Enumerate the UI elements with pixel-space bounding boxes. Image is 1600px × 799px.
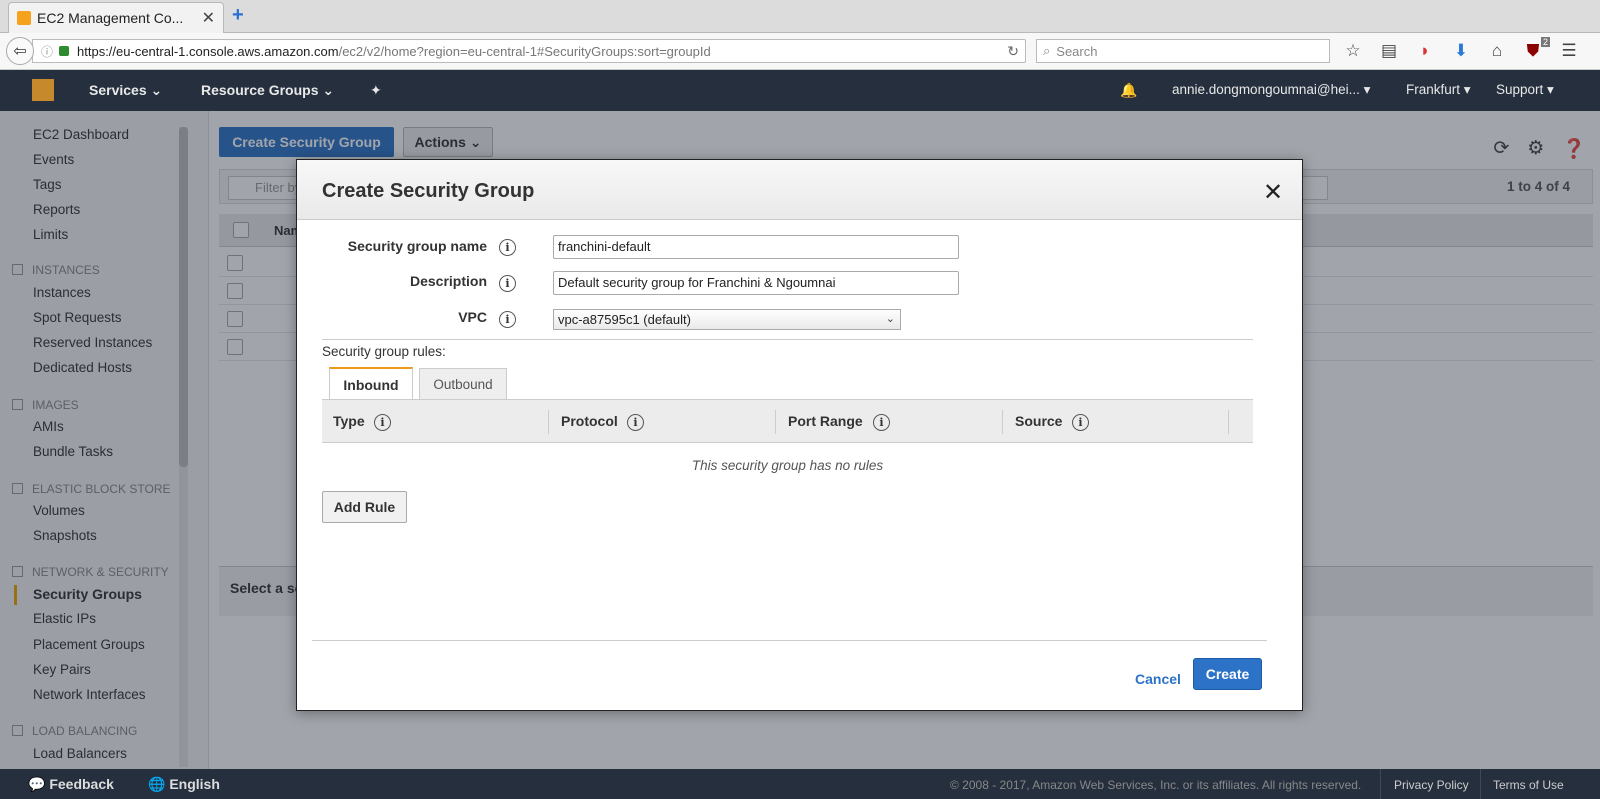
browser-toolbar: ☆ ▤ ◗ ⬇ ⌂ ⛊ 2 ☰: [1342, 37, 1580, 61]
aws-footer: 💬 Feedback 🌐 English © 2008 - 2017, Amaz…: [0, 769, 1600, 799]
add-rule-button[interactable]: Add Rule: [322, 491, 407, 523]
user-menu[interactable]: annie.dongmongoumnai@hei... ▾: [1172, 82, 1370, 98]
search-placeholder: Search: [1056, 43, 1098, 59]
info-icon[interactable]: i: [499, 239, 516, 256]
services-menu[interactable]: Services ⌄: [89, 82, 162, 99]
site-info-icon[interactable]: ⓘ: [41, 43, 53, 60]
source-column-header: Source: [1015, 413, 1063, 429]
dialog-header: Create Security Group ✕: [297, 160, 1302, 220]
new-tab-icon[interactable]: +: [232, 4, 244, 27]
region-menu[interactable]: Frankfurt ▾: [1406, 82, 1471, 98]
pin-icon[interactable]: ✦: [370, 82, 382, 99]
browser-nav-bar: ⓘ https://eu-central-1.console.aws.amazo…: [0, 33, 1600, 70]
url-host: https://eu-central-1.console.aws.amazon.…: [77, 43, 339, 59]
rules-table-header: Type i Protocol i Port Range i Source i: [322, 399, 1253, 443]
create-button[interactable]: Create: [1193, 658, 1262, 690]
protocol-column-header: Protocol: [561, 413, 618, 429]
column-separator: [775, 410, 776, 434]
aws-top-nav: Services ⌄ Resource Groups ⌄ ✦ 🔔 annie.d…: [0, 70, 1600, 111]
back-button[interactable]: ⇦: [6, 37, 34, 65]
lock-icon[interactable]: [59, 46, 70, 56]
download-icon[interactable]: ⬇: [1450, 41, 1472, 61]
empty-rules-message: This security group has no rules: [691, 458, 884, 473]
browser-tab-bar: EC2 Management Co... ✕ +: [0, 0, 1600, 33]
footer-divider: [312, 640, 1267, 641]
ublock-badge: 2: [1540, 37, 1550, 47]
privacy-policy-link[interactable]: Privacy Policy: [1394, 778, 1469, 792]
reload-icon[interactable]: ↻: [1007, 43, 1019, 60]
tab-inbound[interactable]: Inbound: [329, 367, 413, 400]
port-range-column-header: Port Range: [788, 413, 863, 429]
description-input[interactable]: Default security group for Franchini & N…: [553, 271, 959, 295]
reading-list-icon[interactable]: ▤: [1378, 41, 1400, 61]
feedback-link[interactable]: 💬 Feedback: [28, 776, 114, 793]
info-icon[interactable]: i: [499, 311, 516, 328]
create-security-group-dialog: Create Security Group ✕ Security group n…: [296, 159, 1303, 711]
tab-outbound[interactable]: Outbound: [419, 368, 507, 400]
dialog-title: Create Security Group: [322, 180, 535, 202]
bookmark-star-icon[interactable]: ☆: [1342, 41, 1364, 61]
divider: [322, 339, 1253, 340]
footer-divider: [1480, 769, 1481, 799]
security-group-name-label: Security group name: [347, 238, 487, 254]
column-separator: [548, 410, 549, 434]
terms-of-use-link[interactable]: Terms of Use: [1493, 778, 1564, 792]
info-icon[interactable]: i: [873, 414, 890, 431]
ublock-icon[interactable]: ⛊ 2: [1522, 37, 1550, 61]
browser-search-input[interactable]: ⌕ Search: [1036, 39, 1330, 63]
info-icon[interactable]: i: [627, 414, 644, 431]
type-column-header: Type: [333, 413, 365, 429]
footer-divider: [1380, 769, 1381, 799]
pocket-icon[interactable]: ◗: [1414, 41, 1436, 61]
aws-favicon-icon: [17, 11, 31, 25]
notifications-bell-icon[interactable]: 🔔: [1120, 82, 1137, 99]
vpc-selected-value: vpc-a87595c1 (default): [558, 312, 691, 327]
rules-section-label: Security group rules:: [322, 344, 446, 359]
tab-title: EC2 Management Co...: [37, 10, 184, 26]
column-separator: [1002, 410, 1003, 434]
column-separator: [1228, 410, 1229, 434]
url-bar[interactable]: ⓘ https://eu-central-1.console.aws.amazo…: [32, 39, 1026, 63]
support-menu[interactable]: Support ▾: [1496, 82, 1554, 98]
info-icon[interactable]: i: [1072, 414, 1089, 431]
aws-logo-icon[interactable]: [32, 79, 54, 101]
cancel-button[interactable]: Cancel: [1135, 671, 1181, 687]
menu-icon[interactable]: ☰: [1558, 41, 1580, 61]
browser-tab[interactable]: EC2 Management Co... ✕: [8, 2, 224, 33]
security-group-name-input[interactable]: franchini-default: [553, 235, 959, 259]
language-selector[interactable]: 🌐 English: [148, 776, 220, 793]
info-icon[interactable]: i: [499, 275, 516, 292]
vpc-select[interactable]: vpc-a87595c1 (default) ⌄: [553, 309, 901, 330]
vpc-label: VPC: [458, 309, 487, 325]
resource-groups-menu[interactable]: Resource Groups ⌄: [201, 82, 334, 99]
tab-close-icon[interactable]: ✕: [202, 8, 215, 28]
copyright-text: © 2008 - 2017, Amazon Web Services, Inc.…: [950, 778, 1362, 792]
search-icon: ⌕: [1043, 43, 1051, 58]
home-icon[interactable]: ⌂: [1486, 41, 1508, 61]
url-path: /ec2/v2/home?region=eu-central-1#Securit…: [338, 43, 711, 59]
description-label: Description: [409, 273, 487, 289]
chevron-down-icon: ⌄: [885, 313, 895, 325]
info-icon[interactable]: i: [374, 414, 391, 431]
close-icon[interactable]: ✕: [1263, 178, 1283, 207]
